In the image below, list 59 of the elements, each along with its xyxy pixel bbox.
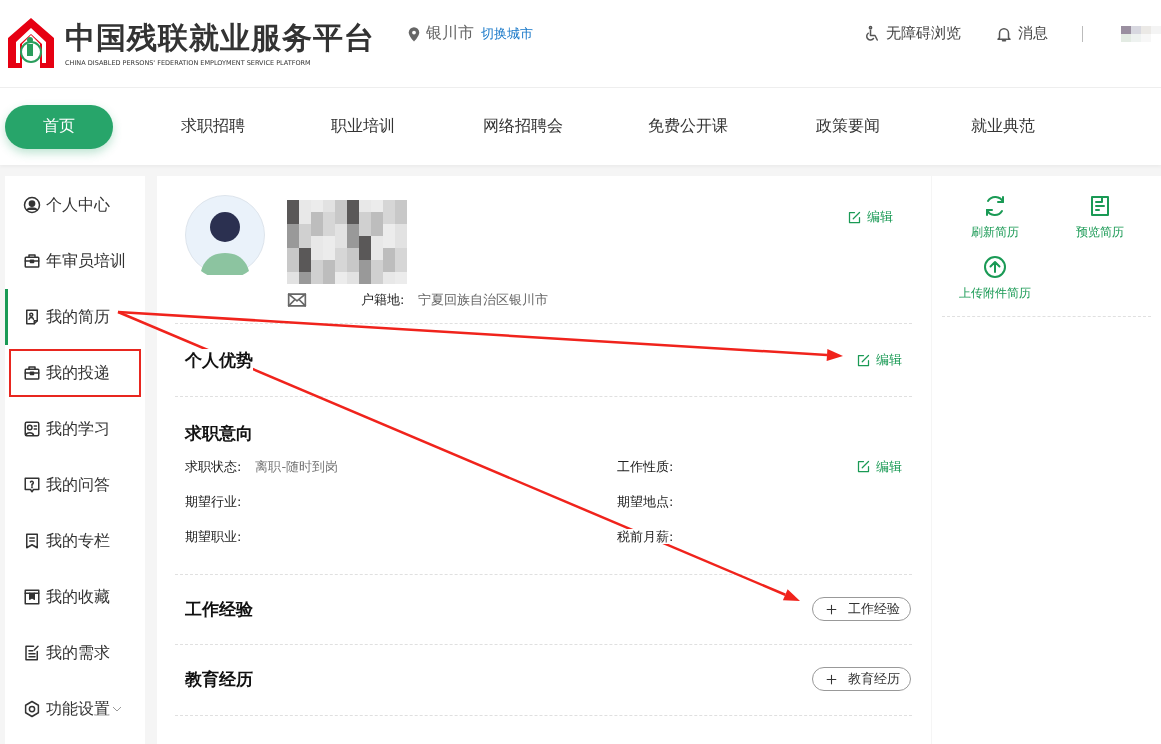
sidebar-item[interactable]: 我的简历 [5, 289, 145, 345]
sidebar-item[interactable]: 我的学习 [5, 401, 145, 457]
edit-icon [847, 209, 862, 225]
nav-tab[interactable]: 就业典范 [903, 104, 1103, 149]
bookmark-icon [23, 532, 41, 550]
hukou-label: 户籍地: [361, 291, 405, 309]
edit-link[interactable]: 编辑 [856, 457, 902, 476]
nav-tab[interactable]: 政策要闻 [793, 104, 903, 149]
sidebar-item[interactable]: 我的问答 [5, 457, 145, 513]
messages-link[interactable]: 消息 [995, 24, 1048, 43]
accessibility-link[interactable]: 无障碍浏览 [863, 24, 961, 43]
upload-icon [982, 255, 1007, 279]
question-icon [23, 476, 41, 494]
sidebar-item[interactable]: 功能设置 [5, 681, 145, 737]
city-name: 银川市 [426, 23, 474, 44]
field-value: 离职-随时到岗 [255, 459, 339, 474]
sidebar-item[interactable]: 我的需求 [5, 625, 145, 681]
sidebar-item[interactable]: 年审员培训 [5, 233, 145, 289]
switch-city-link[interactable]: 切换城市 [481, 24, 533, 43]
sidebar-item[interactable]: 我的专栏 [5, 513, 145, 569]
add-button[interactable]: 教育经历 [812, 667, 911, 691]
note-icon [23, 644, 41, 662]
sidebar-item[interactable]: 我的投递 [5, 345, 145, 401]
nav-tab[interactable]: 免费公开课 [583, 104, 793, 149]
hukou-value: 宁夏回族自治区银川市 [418, 291, 549, 309]
field-label: 期望行业: [185, 494, 242, 509]
sidebar-item[interactable]: 个人中心 [5, 177, 145, 233]
resume-tool-button[interactable]: 上传附件简历 [942, 255, 1047, 302]
edit-icon [856, 352, 871, 368]
briefcase-icon [23, 364, 41, 382]
plus-icon [825, 602, 838, 616]
nav-tab[interactable]: 职业培训 [263, 104, 463, 149]
section-title: 求职意向 [185, 421, 253, 445]
section-title: 教育经历 [185, 667, 253, 691]
settings-icon [23, 700, 41, 718]
plus-icon [825, 672, 838, 686]
wheelchair-icon [863, 24, 881, 43]
document-icon [23, 308, 41, 326]
briefcase-icon [23, 252, 41, 270]
chevron-icon [112, 705, 122, 713]
resume-tool-button[interactable]: 刷新简历 [942, 194, 1047, 241]
resume-tool-button[interactable]: 预览简历 [1047, 194, 1152, 241]
edit-icon [856, 459, 871, 474]
nav-tab[interactable]: 求职招聘 [163, 104, 263, 149]
site-title: 中国残联就业服务平台 [65, 20, 375, 55]
field-label: 期望地点: [617, 494, 674, 509]
mail-icon [287, 290, 307, 310]
field-label: 期望职业: [185, 529, 242, 544]
section-title: 个人优势 [185, 348, 253, 372]
nav-tab[interactable]: 网络招聘会 [463, 104, 583, 149]
edit-link[interactable]: 编辑 [847, 208, 893, 226]
add-button[interactable]: 工作经验 [812, 597, 911, 621]
user-icon [23, 196, 41, 214]
bookmark-icon [23, 588, 41, 606]
field-label: 工作性质: [617, 459, 674, 474]
sidebar-item[interactable]: 我的收藏 [5, 569, 145, 625]
field-label: 税前月薪: [617, 529, 674, 544]
edit-link[interactable]: 编辑 [856, 351, 902, 369]
field-label: 求职状态: [185, 459, 242, 474]
